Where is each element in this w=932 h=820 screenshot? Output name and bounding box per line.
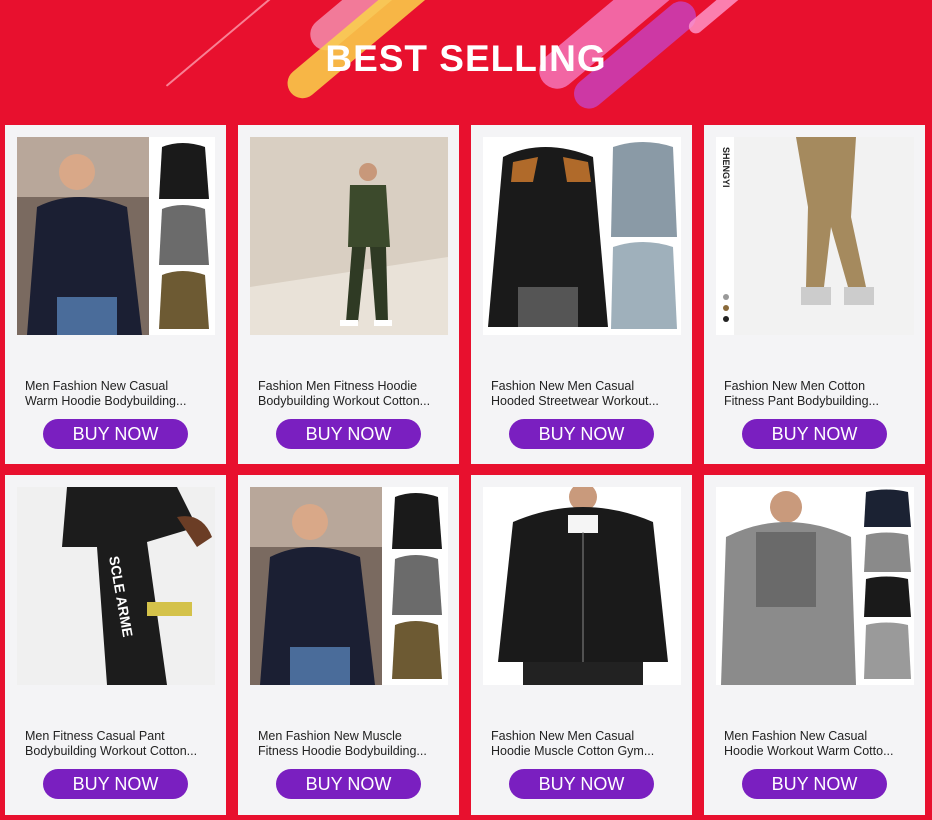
product-name[interactable]: Men Fitness Casual Pant Bodybuilding Wor… bbox=[25, 729, 210, 759]
product-card[interactable]: Fashion New Men Casual Hoodie Muscle Cot… bbox=[471, 475, 692, 815]
product-name-line: Bodybuilding Workout Cotton... bbox=[25, 744, 198, 758]
product-name-line: Fitness Pant Bodybuilding... bbox=[724, 394, 879, 408]
banner: BEST SELLING bbox=[0, 0, 932, 125]
product-image[interactable] bbox=[250, 487, 448, 685]
product-image[interactable] bbox=[17, 137, 215, 335]
product-card[interactable]: SHENGYI Fashion New Men Cotton Fitness P… bbox=[704, 125, 925, 464]
banner-streak bbox=[686, 0, 764, 37]
buy-now-button[interactable]: BUY NOW bbox=[742, 419, 887, 449]
product-name[interactable]: Men Fashion New Casual Warm Hoodie Bodyb… bbox=[25, 379, 210, 409]
svg-text:SHENGYI: SHENGYI bbox=[721, 147, 731, 188]
buy-now-button[interactable]: BUY NOW bbox=[509, 419, 654, 449]
product-image[interactable] bbox=[250, 137, 448, 335]
buy-now-button[interactable]: BUY NOW bbox=[276, 769, 421, 799]
buy-now-button[interactable]: BUY NOW bbox=[43, 419, 188, 449]
product-name[interactable]: Fashion New Men Casual Hooded Streetwear… bbox=[491, 379, 676, 409]
product-card[interactable]: Men Fashion New Casual Warm Hoodie Bodyb… bbox=[5, 125, 226, 464]
product-name-line: Bodybuilding Workout Cotton... bbox=[258, 394, 431, 408]
product-image[interactable] bbox=[483, 487, 681, 685]
buy-now-button[interactable]: BUY NOW bbox=[276, 419, 421, 449]
banner-title: BEST SELLING bbox=[325, 38, 607, 79]
product-image[interactable]: SCLE ARME bbox=[17, 487, 215, 685]
product-card[interactable]: SCLE ARME Men Fitness Casual Pant Bodybu… bbox=[5, 475, 226, 815]
buy-now-button[interactable]: BUY NOW bbox=[742, 769, 887, 799]
product-name[interactable]: Fashion New Men Casual Hoodie Muscle Cot… bbox=[491, 729, 676, 759]
product-name-line: Men Fitness Casual Pant bbox=[25, 729, 165, 743]
product-name-line: Warm Hoodie Bodybuilding... bbox=[25, 394, 187, 408]
product-name[interactable]: Fashion Men Fitness Hoodie Bodybuilding … bbox=[258, 379, 443, 409]
product-name-line: Men Fashion New Casual bbox=[25, 379, 169, 393]
product-name-line: Hoodie Muscle Cotton Gym... bbox=[491, 744, 655, 758]
buy-now-button[interactable]: BUY NOW bbox=[509, 769, 654, 799]
product-name-line: Fashion New Men Casual bbox=[491, 729, 635, 743]
product-name-line: Hooded Streetwear Workout... bbox=[491, 394, 659, 408]
product-name-line: Men Fashion New Muscle bbox=[258, 729, 402, 743]
product-name-line: Fashion New Men Cotton bbox=[724, 379, 866, 393]
product-name-line: Fashion Men Fitness Hoodie bbox=[258, 379, 418, 393]
product-name[interactable]: Men Fashion New Casual Hoodie Workout Wa… bbox=[724, 729, 909, 759]
product-name-line: Men Fashion New Casual bbox=[724, 729, 868, 743]
buy-now-button[interactable]: BUY NOW bbox=[43, 769, 188, 799]
product-name-line: Fashion New Men Casual bbox=[491, 379, 635, 393]
product-card[interactable]: Fashion New Men Casual Hooded Streetwear… bbox=[471, 125, 692, 464]
product-image[interactable] bbox=[716, 487, 914, 685]
product-name-line: Fitness Hoodie Bodybuilding... bbox=[258, 744, 427, 758]
product-name[interactable]: Fashion New Men Cotton Fitness Pant Body… bbox=[724, 379, 909, 409]
product-image[interactable]: SHENGYI bbox=[716, 137, 914, 335]
product-card[interactable]: Men Fashion New Muscle Fitness Hoodie Bo… bbox=[238, 475, 459, 815]
product-card[interactable]: Fashion Men Fitness Hoodie Bodybuilding … bbox=[238, 125, 459, 464]
product-image[interactable] bbox=[483, 137, 681, 335]
product-name[interactable]: Men Fashion New Muscle Fitness Hoodie Bo… bbox=[258, 729, 443, 759]
product-name-line: Hoodie Workout Warm Cotto... bbox=[724, 744, 894, 758]
product-card[interactable]: Men Fashion New Casual Hoodie Workout Wa… bbox=[704, 475, 925, 815]
